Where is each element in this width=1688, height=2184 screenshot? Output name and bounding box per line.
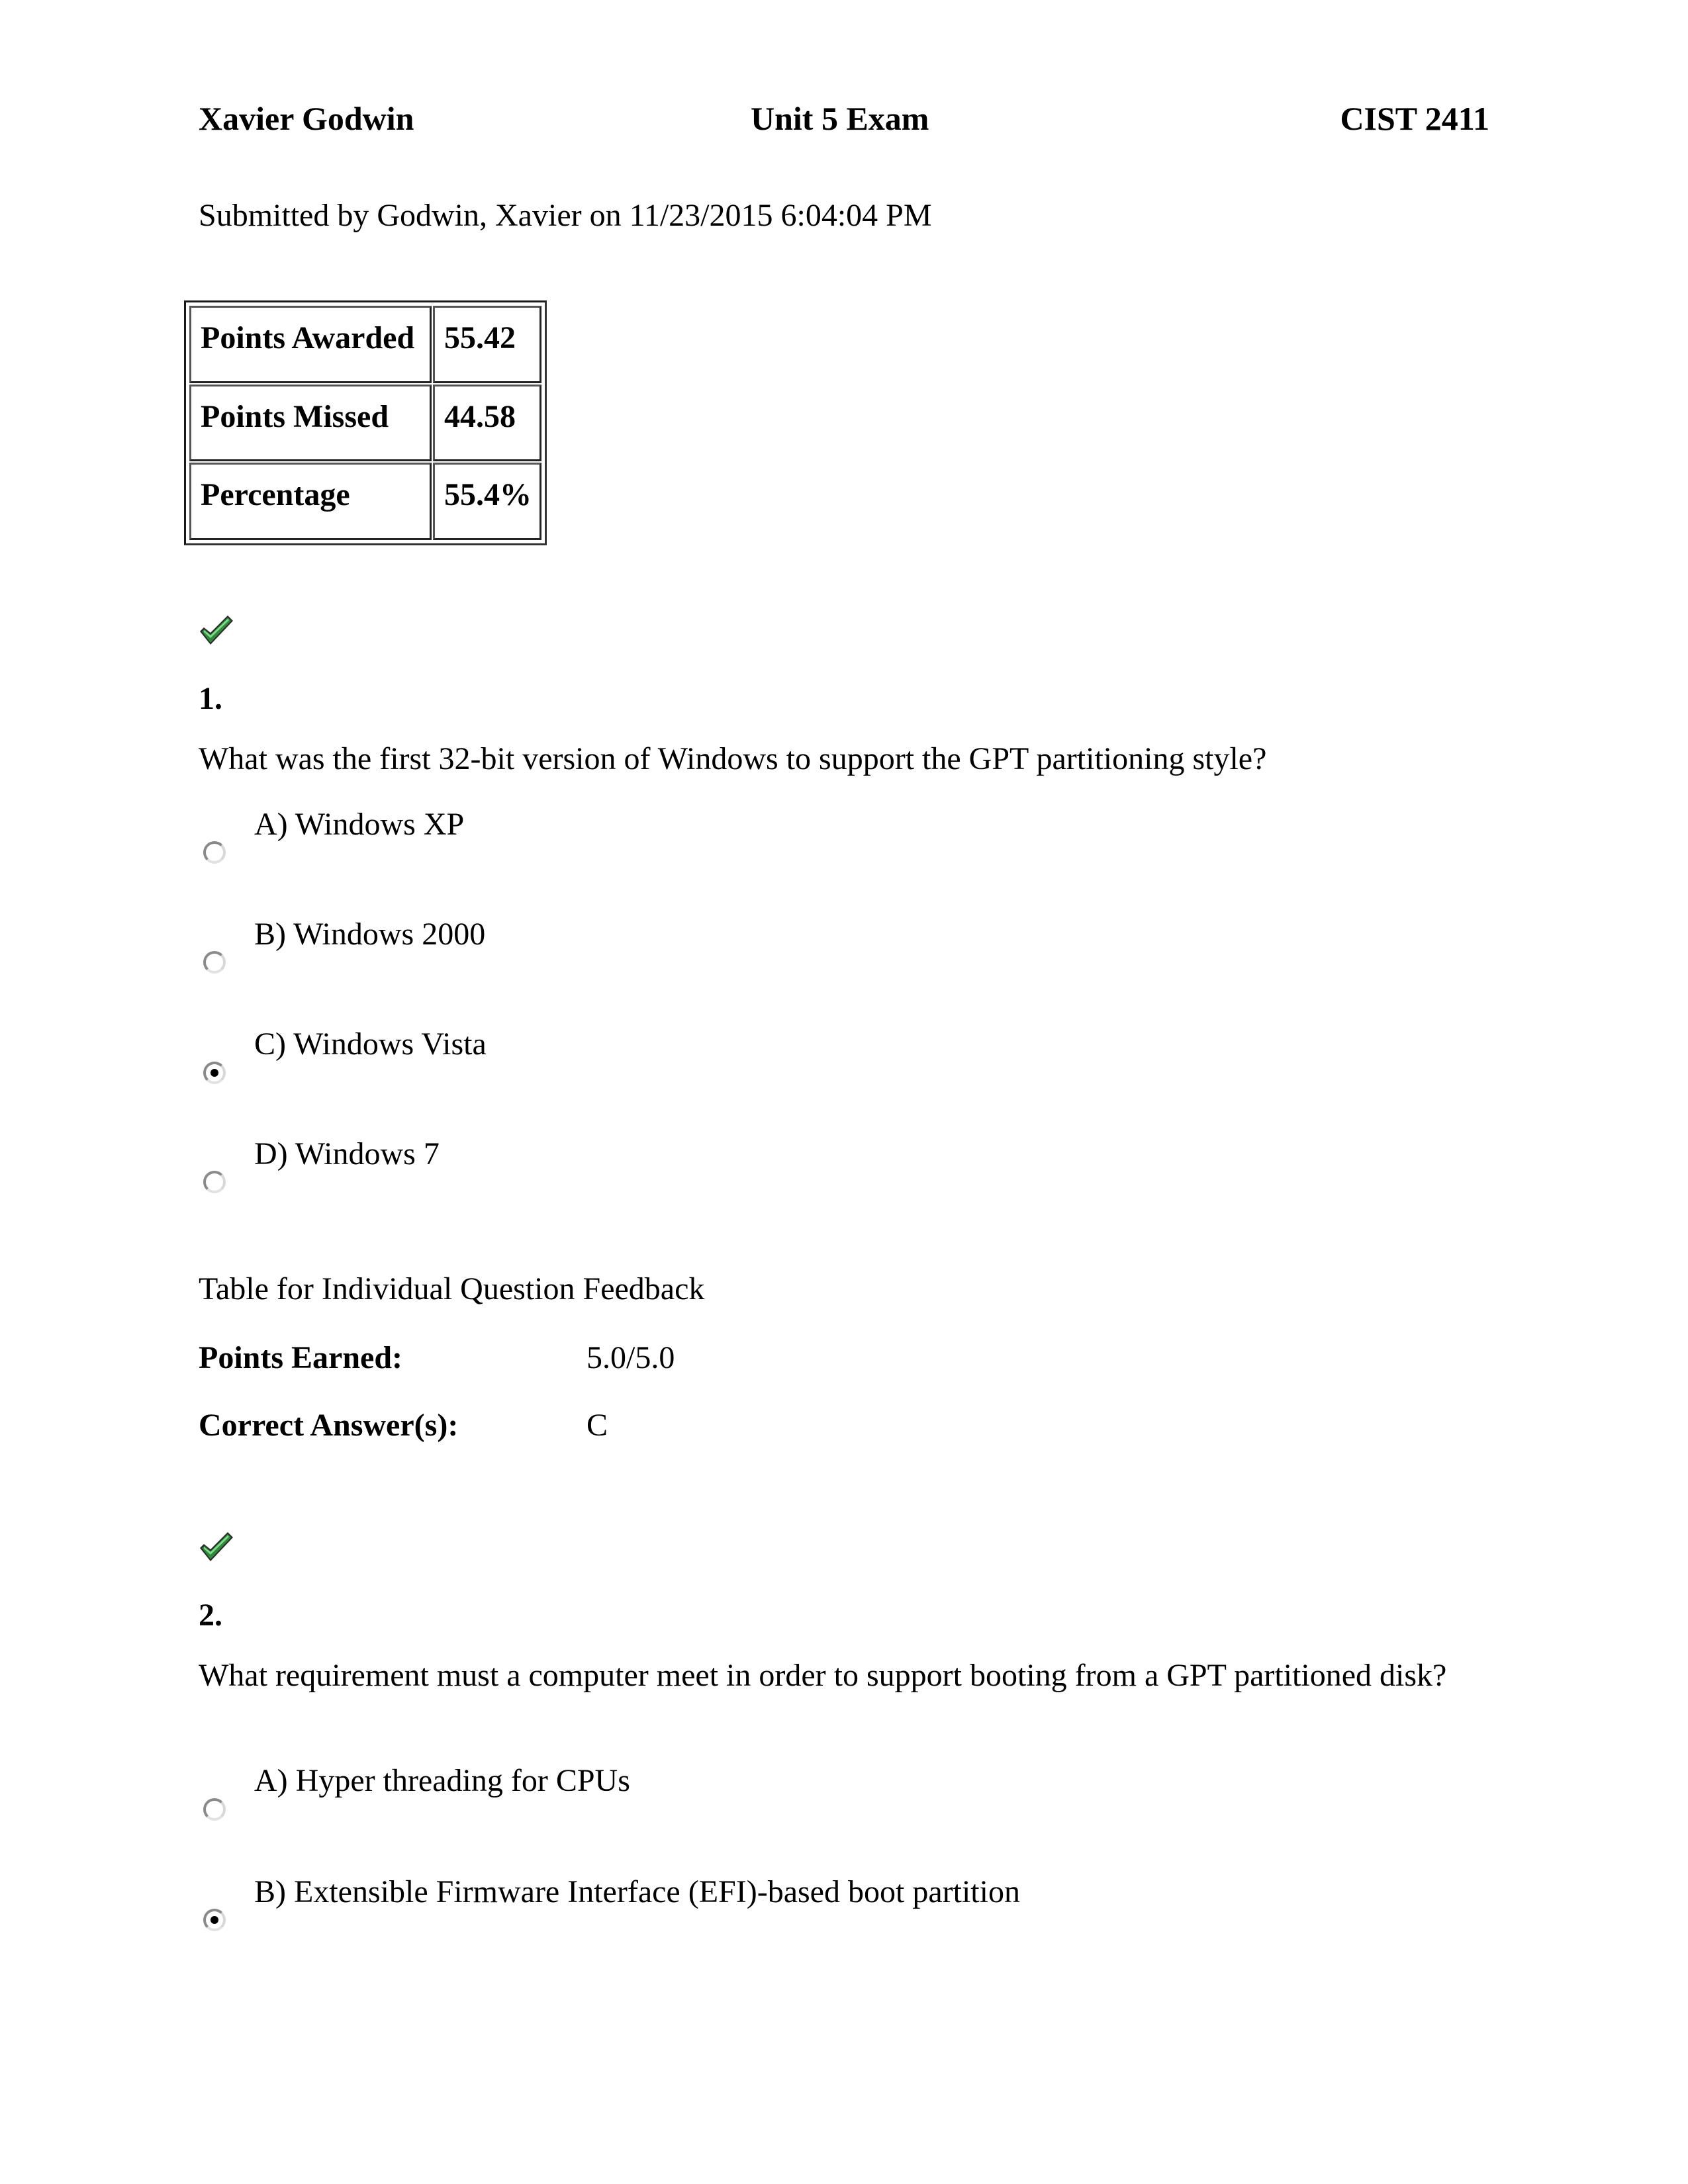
radio-dot — [211, 1069, 218, 1077]
score-summary-table: Points Awarded 55.42 Points Missed 44.58… — [184, 300, 547, 545]
feedback-title: Table for Individual Question Feedback — [199, 1271, 705, 1306]
table-row: Points Missed 44.58 — [189, 384, 541, 462]
option-label[interactable]: B) Windows 2000 — [254, 919, 485, 950]
question-text: What requirement must a computer meet in… — [199, 1658, 1447, 1693]
table-row: Percentage 55.4% — [189, 463, 541, 540]
course-code: CIST 2411 — [1340, 100, 1489, 137]
points-awarded-value: 55.42 — [433, 306, 541, 383]
option-label[interactable]: B) Extensible Firmware Interface (EFI)-b… — [254, 1876, 1020, 1908]
radio-button[interactable] — [203, 1062, 226, 1084]
radio-button[interactable] — [203, 951, 226, 974]
question-text: What was the first 32-bit version of Win… — [199, 741, 1267, 776]
points-earned-label: Points Earned: — [199, 1340, 403, 1375]
correct-answer-label: Correct Answer(s): — [199, 1408, 459, 1443]
option-label[interactable]: A) Windows XP — [254, 809, 464, 841]
submission-info: Submitted by Godwin, Xavier on 11/23/201… — [199, 198, 932, 233]
points-earned-value: 5.0/5.0 — [586, 1340, 675, 1375]
option-label[interactable]: A) Hyper threading for CPUs — [254, 1765, 630, 1797]
option-label[interactable]: C) Windows Vista — [254, 1028, 487, 1060]
points-awarded-label: Points Awarded — [189, 306, 432, 383]
student-name: Xavier Godwin — [199, 100, 414, 137]
option-label[interactable]: D) Windows 7 — [254, 1138, 440, 1170]
table-row: Points Awarded 55.42 — [189, 306, 541, 383]
points-missed-label: Points Missed — [189, 384, 432, 462]
question-number: 2. — [199, 1598, 222, 1633]
question-number: 1. — [199, 681, 222, 716]
checkmark-icon — [200, 615, 233, 645]
percentage-label: Percentage — [189, 463, 432, 540]
percentage-value: 55.4% — [433, 463, 541, 540]
radio-button[interactable] — [203, 841, 226, 864]
radio-button[interactable] — [203, 1171, 226, 1193]
exam-title: Unit 5 Exam — [751, 100, 929, 137]
radio-button[interactable] — [203, 1798, 226, 1821]
correct-answer-value: C — [586, 1408, 608, 1443]
radio-dot — [211, 1916, 218, 1924]
checkmark-icon — [200, 1532, 233, 1561]
radio-button[interactable] — [203, 1909, 226, 1931]
points-missed-value: 44.58 — [433, 384, 541, 462]
